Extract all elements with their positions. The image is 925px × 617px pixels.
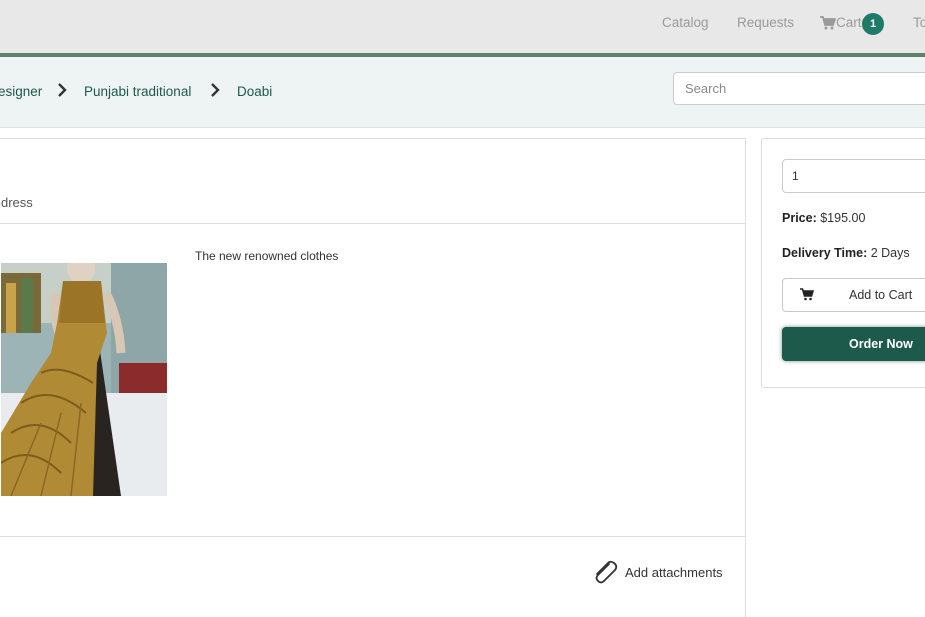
search-input[interactable] <box>673 72 925 105</box>
breadcrumb-item-doabi[interactable]: Doabi <box>237 84 272 99</box>
chevron-right-icon <box>58 83 67 97</box>
product-subtitle: dress <box>1 195 33 210</box>
add-attachments-button[interactable]: Add attachments <box>591 559 723 585</box>
breadcrumb-item-designer[interactable]: esigner <box>0 84 42 99</box>
attachments-divider <box>0 536 745 537</box>
breadcrumb: esigner Punjabi traditional Doabi <box>0 57 925 128</box>
add-to-cart-button[interactable]: Add to Cart <box>782 278 925 312</box>
nav-to-link[interactable]: To <box>913 15 925 30</box>
order-now-button[interactable]: Order Now <box>782 327 925 361</box>
add-to-cart-label: Add to Cart <box>849 288 913 302</box>
top-navbar: Catalog Requests Cart 1 To <box>0 0 925 53</box>
breadcrumb-item-punjabi-traditional[interactable]: Punjabi traditional <box>84 84 191 99</box>
delivery-time-label: Delivery Time: <box>782 246 868 260</box>
shopping-cart-icon <box>800 288 814 301</box>
nav-catalog-link[interactable]: Catalog <box>662 15 709 30</box>
paperclip-icon <box>595 560 618 584</box>
shopping-cart-icon[interactable] <box>820 16 836 30</box>
chevron-right-icon <box>211 83 220 97</box>
header-divider <box>0 223 745 224</box>
product-detail-panel: dress The new renowned clothes Add attac… <box>0 138 746 617</box>
price-label: Price: <box>782 211 817 225</box>
price-row: Price: $195.00 <box>782 211 865 225</box>
nav-cart-link[interactable]: Cart <box>836 15 862 30</box>
quantity-input[interactable] <box>782 159 925 193</box>
cart-count-badge: 1 <box>862 13 884 35</box>
delivery-time-value: 2 Days <box>870 246 910 260</box>
product-description: The new renowned clothes <box>195 249 339 263</box>
product-photo[interactable] <box>1 263 167 496</box>
nav-requests-link[interactable]: Requests <box>737 15 794 30</box>
order-panel: Price: $195.00 Delivery Time: 2 Days Add… <box>761 138 925 388</box>
add-attachments-label: Add attachments <box>625 564 723 580</box>
delivery-time-row: Delivery Time: 2 Days <box>782 246 910 260</box>
price-value: $195.00 <box>820 211 866 225</box>
